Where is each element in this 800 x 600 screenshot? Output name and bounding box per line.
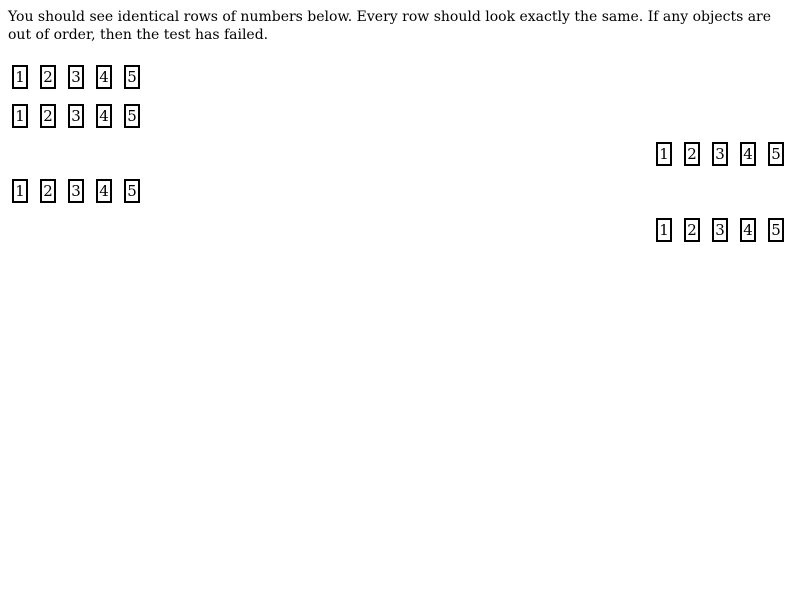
number-box: 2 xyxy=(684,142,700,166)
number-box: 1 xyxy=(12,104,28,128)
number-box: 4 xyxy=(740,218,756,242)
number-box: 2 xyxy=(40,104,56,128)
number-row-1: 1 2 3 4 5 xyxy=(12,65,140,91)
test-instructions: You should see identical rows of numbers… xyxy=(8,9,772,43)
number-box: 5 xyxy=(124,65,140,89)
number-box: 1 xyxy=(656,218,672,242)
number-row-2: 1 2 3 4 5 xyxy=(12,104,140,130)
number-box: 5 xyxy=(768,218,784,242)
number-box: 1 xyxy=(656,142,672,166)
number-box: 3 xyxy=(712,142,728,166)
number-row-5: 1 2 3 4 5 xyxy=(656,218,784,244)
number-box: 3 xyxy=(68,65,84,89)
number-box: 5 xyxy=(124,104,140,128)
number-box: 3 xyxy=(68,104,84,128)
number-box: 4 xyxy=(96,104,112,128)
number-box: 2 xyxy=(684,218,700,242)
number-box: 4 xyxy=(96,65,112,89)
number-box: 1 xyxy=(12,179,28,203)
number-box: 5 xyxy=(768,142,784,166)
number-box: 1 xyxy=(12,65,28,89)
number-row-4: 1 2 3 4 5 xyxy=(12,179,140,205)
number-row-3: 1 2 3 4 5 xyxy=(656,142,784,168)
number-box: 3 xyxy=(712,218,728,242)
number-box: 4 xyxy=(740,142,756,166)
number-box: 2 xyxy=(40,179,56,203)
number-box: 5 xyxy=(124,179,140,203)
number-box: 2 xyxy=(40,65,56,89)
number-box: 4 xyxy=(96,179,112,203)
number-box: 3 xyxy=(68,179,84,203)
